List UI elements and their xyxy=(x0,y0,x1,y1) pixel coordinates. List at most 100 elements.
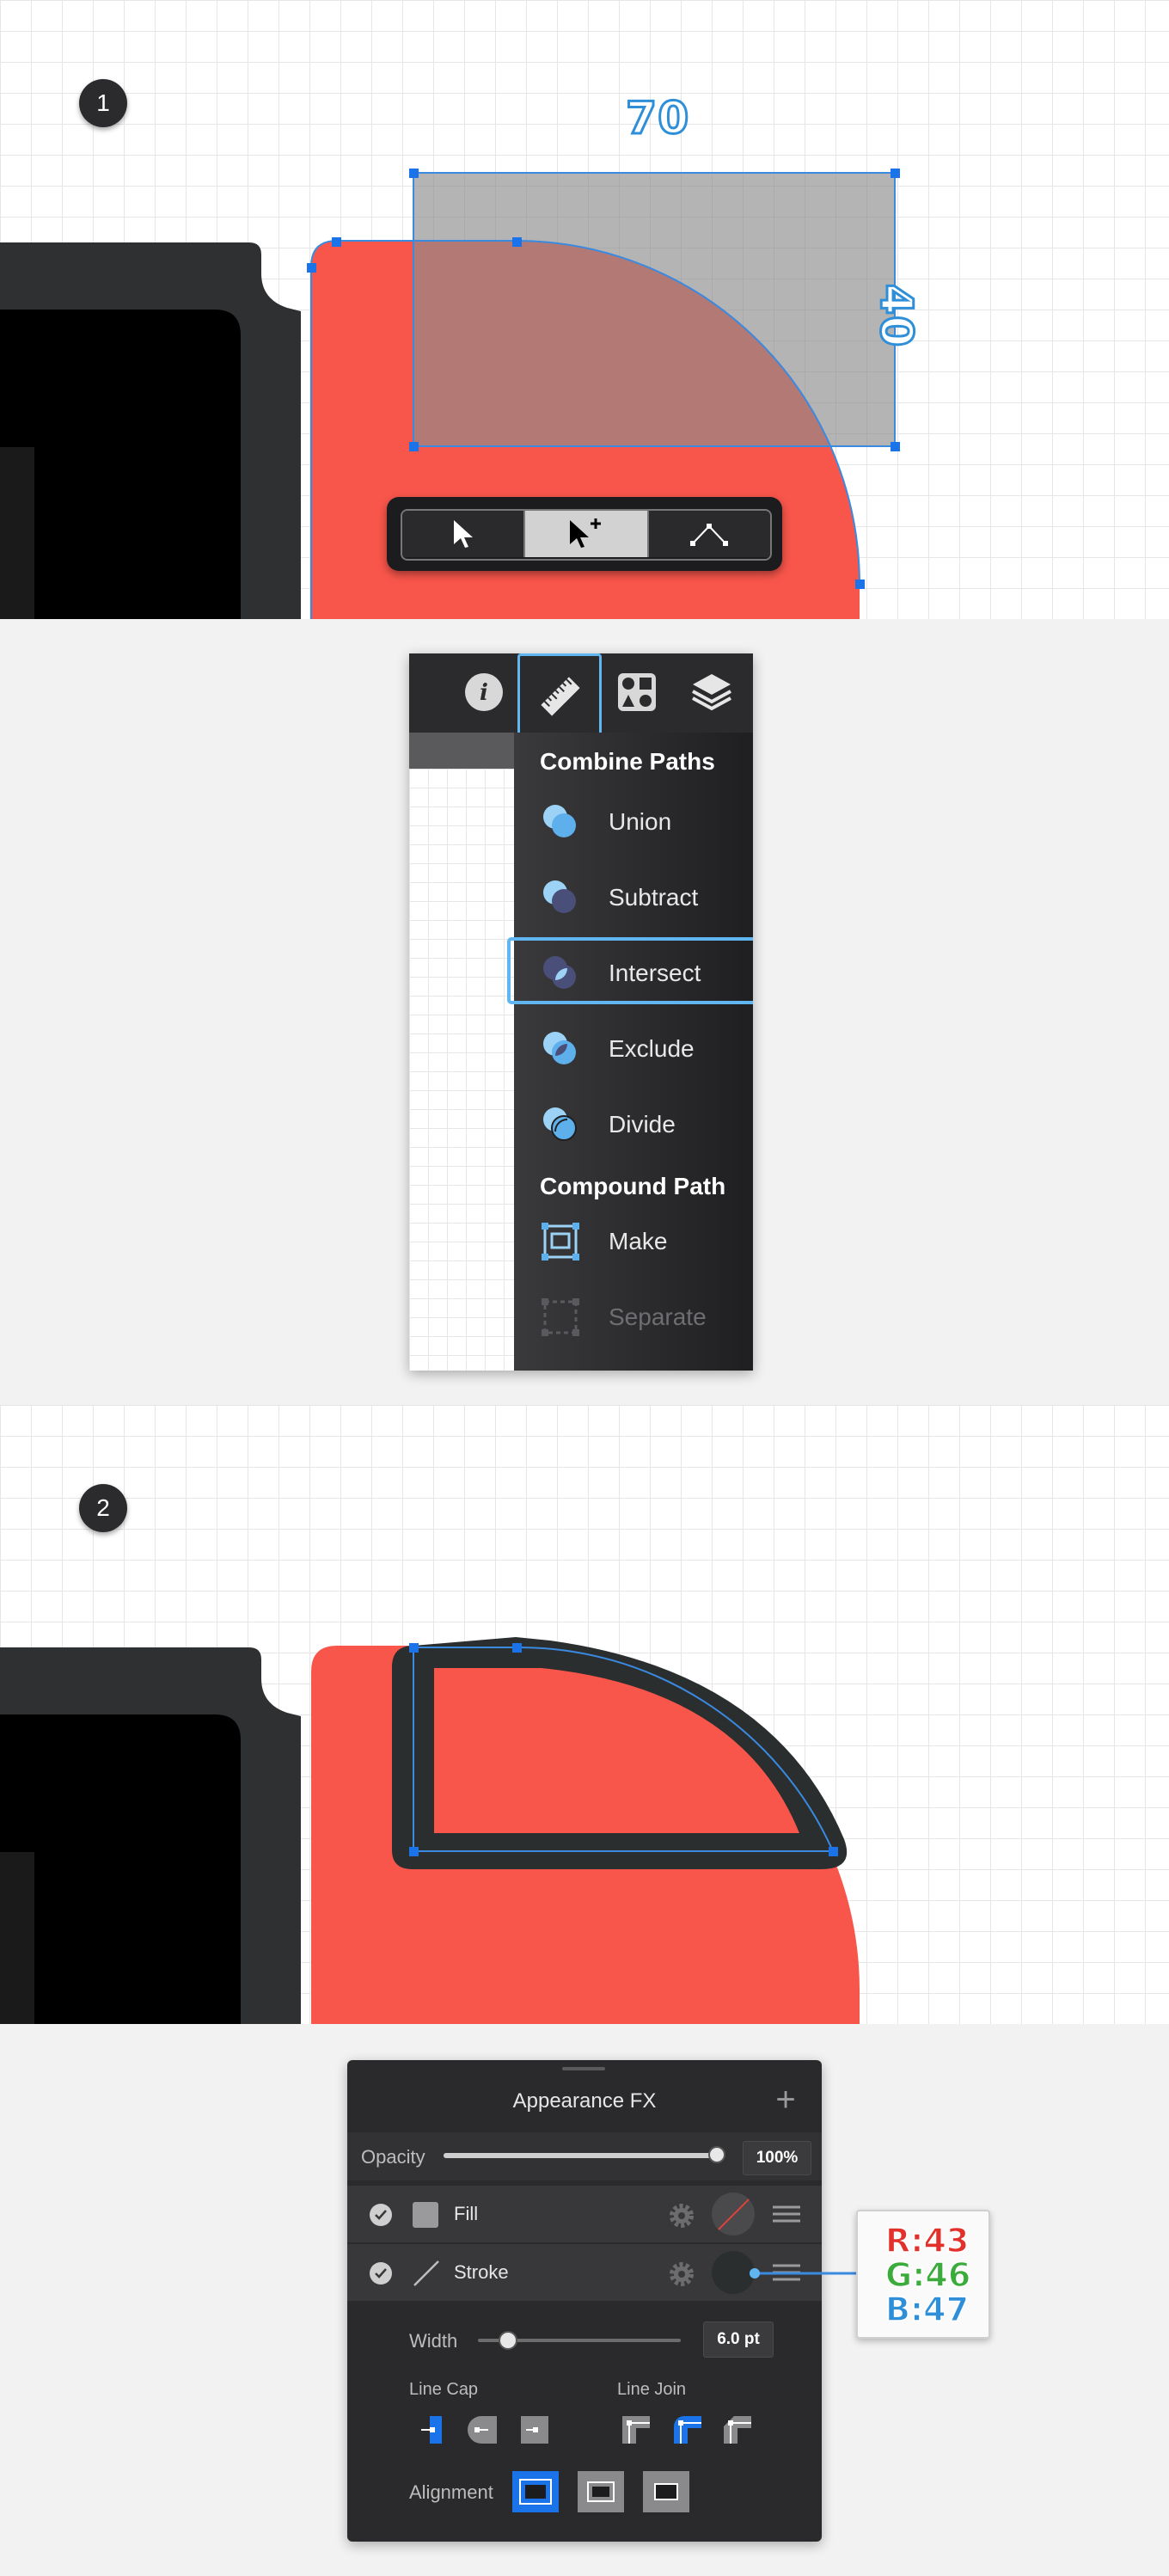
menu-item-label: Subtract xyxy=(609,884,699,911)
fill-swatch-icon xyxy=(413,2202,438,2228)
shapes-icon xyxy=(618,673,656,711)
stroke-visibility-check[interactable] xyxy=(370,2262,392,2285)
align-outside-button[interactable] xyxy=(643,2471,689,2512)
svg-text:i: i xyxy=(480,680,488,706)
line-join-label: Line Join xyxy=(617,2380,687,2399)
menu-item-label: Exclude xyxy=(609,1035,695,1062)
fill-visibility-check[interactable] xyxy=(370,2204,392,2226)
menu-item-separate: Separate xyxy=(514,1286,753,1348)
align-inside-icon xyxy=(519,2479,552,2505)
opacity-slider-fill xyxy=(444,2153,717,2158)
round-cap-icon xyxy=(468,2416,497,2444)
menu-item-label: Divide xyxy=(609,1111,676,1138)
opacity-slider[interactable] xyxy=(444,2146,725,2163)
butt-cap-icon xyxy=(421,2416,442,2444)
height-dimension-label: 40 xyxy=(869,283,923,349)
miter-join-button[interactable] xyxy=(617,2411,655,2449)
arrow-cursor-icon xyxy=(453,520,473,548)
anchor-point[interactable] xyxy=(855,580,865,589)
divide-icon xyxy=(543,1107,577,1141)
align-center-button[interactable] xyxy=(578,2471,624,2512)
opacity-label: Opacity xyxy=(361,2146,425,2168)
appearance-panel: Appearance FX + Opacity 100% Fill Stroke… xyxy=(347,2060,822,2542)
width-slider-knob[interactable] xyxy=(499,2331,518,2350)
anchor-point[interactable] xyxy=(409,1643,419,1653)
canvas-preview-strip xyxy=(409,733,514,769)
anchor-point[interactable] xyxy=(409,169,419,178)
anchor-point[interactable] xyxy=(891,169,900,178)
alignment-label: Alignment xyxy=(409,2481,493,2503)
gear-icon[interactable] xyxy=(665,2258,698,2291)
tab-info[interactable]: i xyxy=(462,671,505,714)
width-slider[interactable] xyxy=(478,2331,681,2350)
align-outside-icon xyxy=(654,2483,678,2500)
arrow-plus-cursor-icon xyxy=(569,518,601,548)
tab-shapes[interactable] xyxy=(615,671,658,714)
add-effect-button[interactable]: + xyxy=(768,2082,803,2117)
direct-selection-tool-button[interactable] xyxy=(523,511,649,557)
union-icon xyxy=(543,805,576,837)
anchor-point[interactable] xyxy=(409,1847,419,1856)
round-join-icon xyxy=(674,2416,701,2444)
checkmark-icon xyxy=(375,2268,387,2279)
selected-item-highlight xyxy=(507,937,753,1004)
anchor-point[interactable] xyxy=(512,237,522,247)
opacity-slider-knob[interactable] xyxy=(708,2146,725,2163)
info-icon: i xyxy=(465,673,503,711)
menu-item-divide[interactable]: Divide xyxy=(514,1094,753,1156)
compound-make-icon xyxy=(542,1223,579,1260)
layers-icon xyxy=(692,674,731,711)
red-value: R:43 xyxy=(884,2222,970,2260)
drag-handle[interactable] xyxy=(562,2067,605,2070)
anchor-point[interactable] xyxy=(409,442,419,451)
align-center-icon xyxy=(587,2481,615,2502)
bevel-join-button[interactable] xyxy=(719,2411,756,2449)
selection-tool-button[interactable] xyxy=(402,511,524,557)
anchor-point[interactable] xyxy=(332,237,341,247)
stroke-label: Stroke xyxy=(454,2261,509,2283)
width-value-field[interactable]: 6.0 pt xyxy=(703,2321,774,2358)
round-cap-button[interactable] xyxy=(464,2411,502,2449)
square-cap-button[interactable] xyxy=(516,2411,554,2449)
menu-item-label: Union xyxy=(609,808,672,835)
width-label: Width xyxy=(409,2330,458,2352)
subtract-icon xyxy=(543,880,576,913)
menu-lines-icon[interactable] xyxy=(772,2205,801,2223)
node-tool-button[interactable] xyxy=(648,511,770,557)
anchor-point[interactable] xyxy=(891,442,900,451)
menu-item-exclude[interactable]: Exclude xyxy=(514,1018,753,1080)
menu-item-label: Make xyxy=(609,1228,668,1254)
butt-cap-button[interactable] xyxy=(414,2411,452,2449)
step1-canvas: 1 70 40 xyxy=(0,0,1169,619)
line-cap-label: Line Cap xyxy=(409,2380,479,2399)
square-cap-icon xyxy=(521,2416,548,2444)
color-callout-connector xyxy=(750,2268,863,2279)
blue-value: B:47 xyxy=(884,2291,970,2328)
compound-path-heading: Compound Path xyxy=(540,1173,726,1199)
tab-layers[interactable] xyxy=(689,671,734,714)
menu-item-make[interactable]: Make xyxy=(514,1211,753,1273)
opacity-value-field[interactable]: 100% xyxy=(743,2141,811,2175)
menu-item-label: Separate xyxy=(609,1303,707,1330)
align-inside-button[interactable] xyxy=(512,2471,559,2512)
panel-title: Appearance FX xyxy=(512,2089,657,2113)
node-path-icon xyxy=(690,524,729,546)
anchor-point[interactable] xyxy=(829,1847,838,1856)
miter-join-icon xyxy=(622,2416,650,2444)
menu-item-union[interactable]: Union xyxy=(514,791,753,853)
anchor-point[interactable] xyxy=(307,263,316,273)
tab-ruler[interactable] xyxy=(517,653,602,738)
compound-separate-icon xyxy=(542,1298,579,1336)
menu-item-subtract[interactable]: Subtract xyxy=(514,867,753,929)
fill-color-none-swatch[interactable] xyxy=(712,2193,755,2236)
width-dimension-label: 70 xyxy=(624,92,690,146)
step2-canvas: 2 xyxy=(0,1405,1169,2024)
checkmark-icon xyxy=(375,2210,387,2220)
fill-label: Fill xyxy=(454,2203,479,2224)
object-panel: i Combine Paths Union Subtract Intersect… xyxy=(409,653,753,1371)
anchor-point[interactable] xyxy=(512,1643,522,1653)
bevel-join-icon xyxy=(724,2416,751,2444)
ruler-icon xyxy=(541,677,580,716)
round-join-button[interactable] xyxy=(669,2411,707,2449)
gear-icon[interactable] xyxy=(665,2199,698,2232)
